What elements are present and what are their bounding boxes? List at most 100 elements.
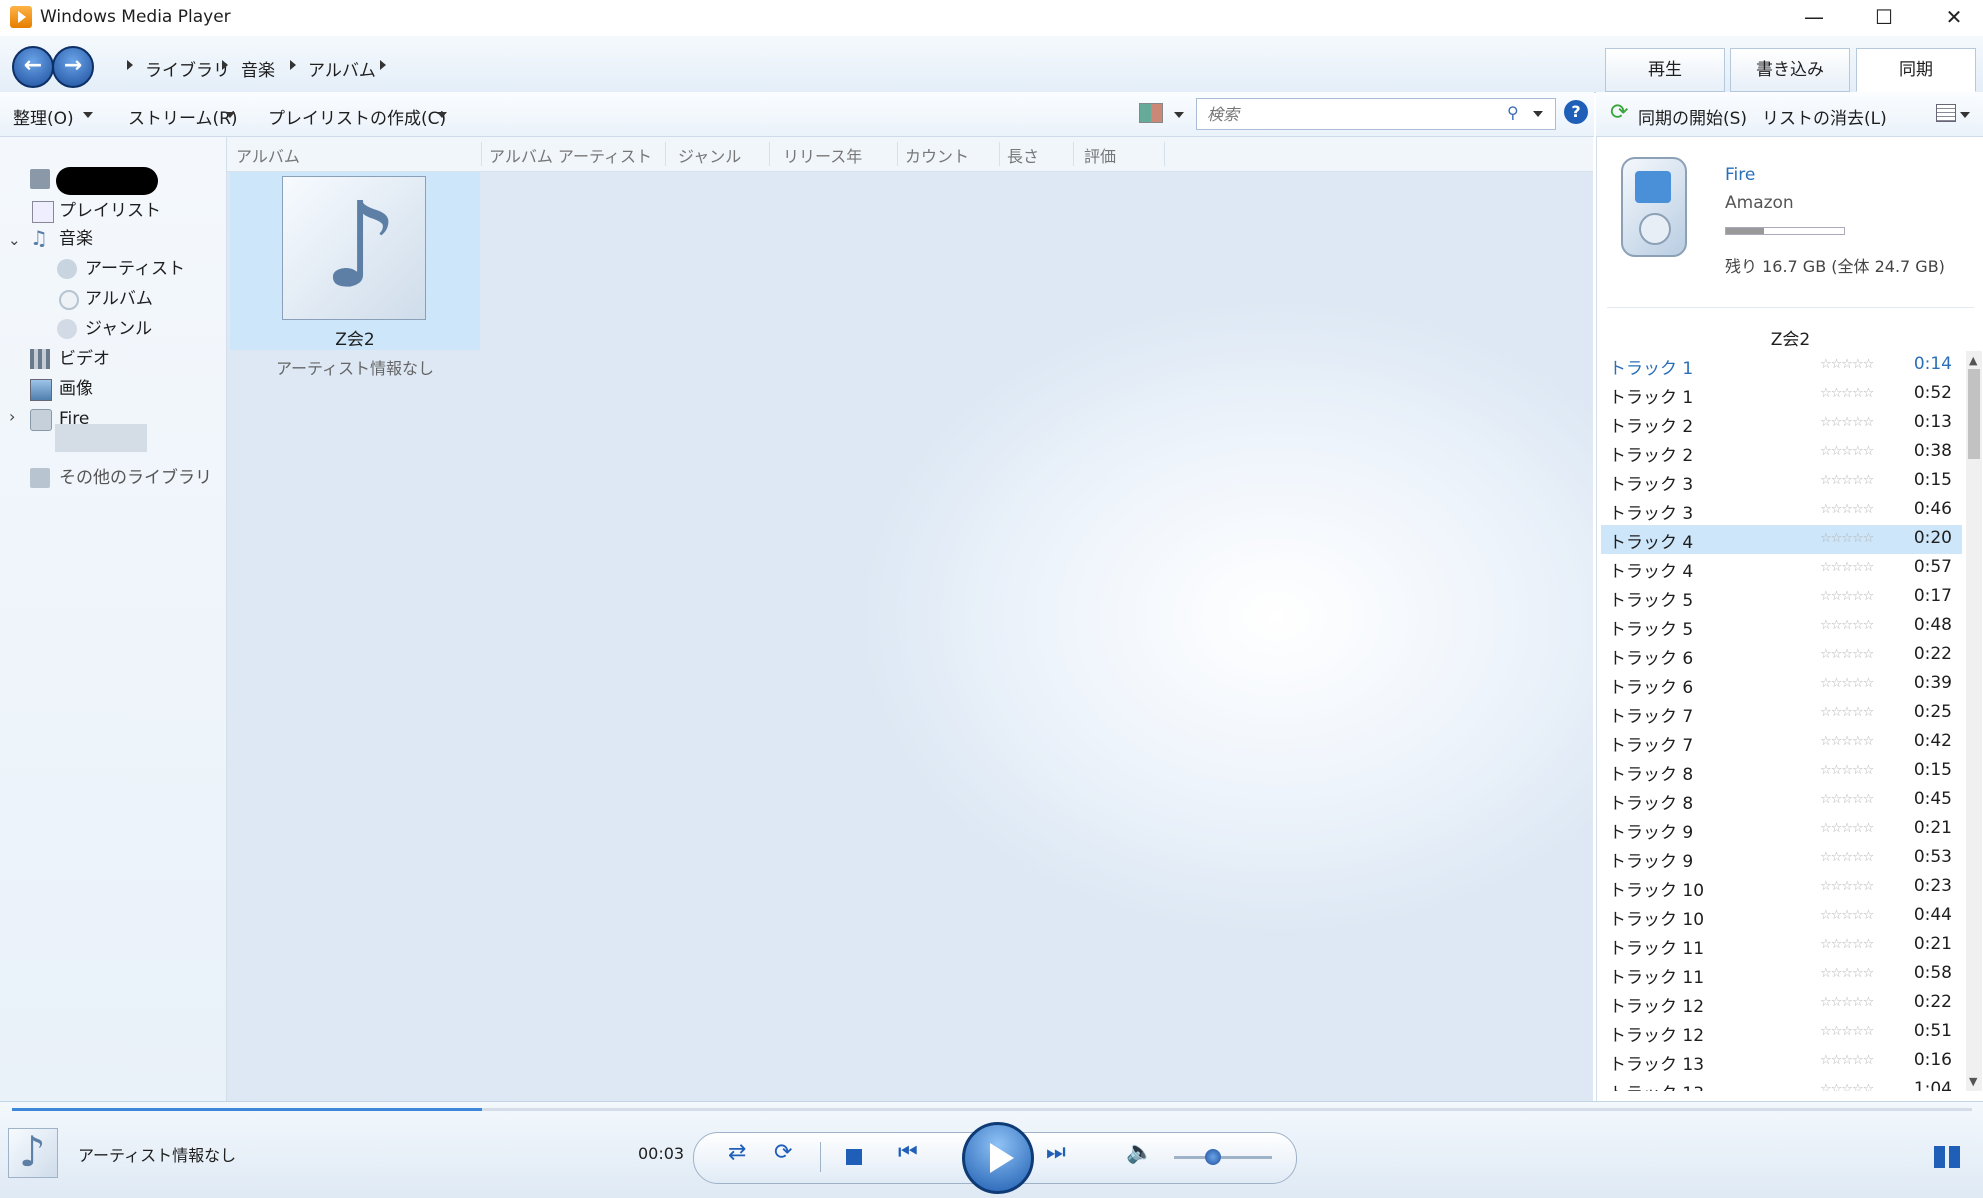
- rating-stars-icon[interactable]: ☆☆☆☆☆: [1820, 705, 1874, 720]
- chevron-down-icon[interactable]: [225, 112, 235, 118]
- rating-stars-icon[interactable]: ☆☆☆☆☆: [1820, 444, 1874, 459]
- scrollbar-thumb[interactable]: [1968, 369, 1980, 459]
- column-genre[interactable]: ジャンル: [678, 143, 741, 167]
- track-row[interactable]: トラック 5 ☆☆☆☆☆ 0:17: [1601, 583, 1962, 612]
- album-tile[interactable]: ♪ Z会2: [230, 172, 480, 350]
- tab-burn[interactable]: 書き込み: [1730, 48, 1850, 92]
- track-row[interactable]: トラック 4 ☆☆☆☆☆ 0:20: [1601, 525, 1962, 554]
- track-row[interactable]: トラック 5 ☆☆☆☆☆ 0:48: [1601, 612, 1962, 641]
- scrollbar[interactable]: ▲ ▼: [1966, 351, 1982, 1091]
- track-row[interactable]: トラック 9 ☆☆☆☆☆ 0:53: [1601, 844, 1962, 873]
- rating-stars-icon[interactable]: ☆☆☆☆☆: [1820, 415, 1874, 430]
- chevron-down-icon[interactable]: [437, 112, 447, 118]
- chevron-down-icon[interactable]: ⌄: [8, 231, 21, 249]
- now-playing-art[interactable]: ♪: [8, 1127, 58, 1178]
- breadcrumb-arrow-icon[interactable]: [380, 60, 386, 70]
- sidebar-item-other-libraries[interactable]: その他のライブラリ: [59, 465, 212, 491]
- chevron-down-icon[interactable]: [83, 112, 93, 118]
- sidebar-item-genre[interactable]: ジャンル: [85, 316, 152, 342]
- track-row[interactable]: トラック 7 ☆☆☆☆☆ 0:25: [1601, 699, 1962, 728]
- forward-button[interactable]: →: [52, 46, 94, 88]
- chevron-right-icon[interactable]: ›: [9, 407, 15, 426]
- column-length[interactable]: 長さ: [1007, 143, 1039, 167]
- track-row[interactable]: トラック 6 ☆☆☆☆☆ 0:22: [1601, 641, 1962, 670]
- close-button[interactable]: ✕: [1924, 0, 1983, 36]
- track-row[interactable]: トラック 9 ☆☆☆☆☆ 0:21: [1601, 815, 1962, 844]
- track-row[interactable]: トラック 8 ☆☆☆☆☆ 0:15: [1601, 757, 1962, 786]
- sidebar-item-album[interactable]: アルバム: [85, 286, 153, 312]
- sidebar-item-video[interactable]: ビデオ: [59, 346, 110, 372]
- search-input[interactable]: [1205, 99, 1509, 129]
- track-row[interactable]: トラック 11 ☆☆☆☆☆ 0:21: [1601, 931, 1962, 960]
- rating-stars-icon[interactable]: ☆☆☆☆☆: [1820, 821, 1874, 836]
- shuffle-icon[interactable]: ⇄: [728, 1140, 746, 1165]
- track-row[interactable]: トラック 3 ☆☆☆☆☆ 0:15: [1601, 467, 1962, 496]
- track-row[interactable]: トラック 10 ☆☆☆☆☆ 0:44: [1601, 902, 1962, 931]
- track-row[interactable]: トラック 1 ☆☆☆☆☆ 0:14: [1601, 351, 1962, 380]
- sidebar-item-artist[interactable]: アーティスト: [85, 256, 185, 282]
- track-row[interactable]: トラック 2 ☆☆☆☆☆ 0:13: [1601, 409, 1962, 438]
- chevron-down-icon[interactable]: [1533, 111, 1543, 117]
- track-row[interactable]: トラック 13 ☆☆☆☆☆ 1:04: [1601, 1076, 1962, 1091]
- column-release-year[interactable]: リリース年: [783, 143, 862, 167]
- start-sync-button[interactable]: 同期の開始(S): [1638, 104, 1747, 129]
- breadcrumb-album[interactable]: アルバム: [308, 56, 376, 81]
- view-options-icon[interactable]: [1139, 103, 1163, 123]
- track-row[interactable]: トラック 3 ☆☆☆☆☆ 0:46: [1601, 496, 1962, 525]
- rating-stars-icon[interactable]: ☆☆☆☆☆: [1820, 531, 1874, 546]
- previous-icon[interactable]: ⏮: [898, 1140, 918, 1165]
- stream-menu[interactable]: ストリーム(R): [128, 104, 238, 129]
- rating-stars-icon[interactable]: ☆☆☆☆☆: [1820, 792, 1874, 807]
- breadcrumb-arrow-icon[interactable]: [290, 60, 296, 70]
- rating-stars-icon[interactable]: ☆☆☆☆☆: [1820, 937, 1874, 952]
- redacted-user-name[interactable]: [56, 167, 158, 195]
- track-row[interactable]: トラック 1 ☆☆☆☆☆ 0:52: [1601, 380, 1962, 409]
- track-row[interactable]: トラック 11 ☆☆☆☆☆ 0:58: [1601, 960, 1962, 989]
- column-rating[interactable]: 評価: [1084, 143, 1116, 167]
- sidebar-item-playlists[interactable]: プレイリスト: [59, 198, 161, 224]
- rating-stars-icon[interactable]: ☆☆☆☆☆: [1820, 676, 1874, 691]
- rating-stars-icon[interactable]: ☆☆☆☆☆: [1820, 589, 1874, 604]
- column-album[interactable]: アルバム: [236, 143, 300, 167]
- rating-stars-icon[interactable]: ☆☆☆☆☆: [1820, 618, 1874, 633]
- repeat-icon[interactable]: ⟳: [774, 1140, 792, 1165]
- search-box[interactable]: ⚲: [1196, 98, 1556, 130]
- track-row[interactable]: トラック 12 ☆☆☆☆☆ 0:51: [1601, 1018, 1962, 1047]
- volume-slider[interactable]: [1174, 1149, 1272, 1165]
- rating-stars-icon[interactable]: ☆☆☆☆☆: [1820, 908, 1874, 923]
- column-album-artist[interactable]: アルバム アーティスト: [489, 143, 652, 167]
- rating-stars-icon[interactable]: ☆☆☆☆☆: [1820, 763, 1874, 778]
- volume-icon[interactable]: 🔈: [1126, 1140, 1153, 1165]
- track-row[interactable]: トラック 13 ☆☆☆☆☆ 0:16: [1601, 1047, 1962, 1076]
- sidebar-item-fire[interactable]: Fire: [59, 406, 89, 432]
- rating-stars-icon[interactable]: ☆☆☆☆☆: [1820, 1082, 1874, 1091]
- rating-stars-icon[interactable]: ☆☆☆☆☆: [1820, 995, 1874, 1010]
- rating-stars-icon[interactable]: ☆☆☆☆☆: [1820, 850, 1874, 865]
- rating-stars-icon[interactable]: ☆☆☆☆☆: [1820, 1024, 1874, 1039]
- sync-icon[interactable]: ⟳: [1610, 100, 1628, 125]
- track-row[interactable]: トラック 7 ☆☆☆☆☆ 0:42: [1601, 728, 1962, 757]
- minimize-button[interactable]: —: [1784, 0, 1844, 36]
- breadcrumb-library[interactable]: ライブラリ: [145, 56, 230, 81]
- breadcrumb-arrow-icon[interactable]: [222, 60, 228, 70]
- tab-play[interactable]: 再生: [1605, 48, 1725, 92]
- sidebar-item-pictures[interactable]: 画像: [59, 376, 93, 402]
- chevron-up-icon[interactable]: ▲: [1969, 354, 1977, 367]
- play-button[interactable]: [962, 1122, 1034, 1194]
- track-row[interactable]: トラック 12 ☆☆☆☆☆ 0:22: [1601, 989, 1962, 1018]
- rating-stars-icon[interactable]: ☆☆☆☆☆: [1820, 502, 1874, 517]
- rating-stars-icon[interactable]: ☆☆☆☆☆: [1820, 879, 1874, 894]
- chevron-down-icon[interactable]: ▼: [1969, 1075, 1977, 1088]
- track-row[interactable]: トラック 2 ☆☆☆☆☆ 0:38: [1601, 438, 1962, 467]
- rating-stars-icon[interactable]: ☆☆☆☆☆: [1820, 1053, 1874, 1068]
- rating-stars-icon[interactable]: ☆☆☆☆☆: [1820, 386, 1874, 401]
- rating-stars-icon[interactable]: ☆☆☆☆☆: [1820, 357, 1874, 372]
- track-row[interactable]: トラック 6 ☆☆☆☆☆ 0:39: [1601, 670, 1962, 699]
- tab-sync[interactable]: 同期: [1856, 48, 1976, 92]
- help-icon[interactable]: ?: [1564, 100, 1588, 124]
- track-row[interactable]: トラック 4 ☆☆☆☆☆ 0:57: [1601, 554, 1962, 583]
- maximize-button[interactable]: ☐: [1854, 0, 1914, 36]
- rating-stars-icon[interactable]: ☆☆☆☆☆: [1820, 734, 1874, 749]
- track-row[interactable]: トラック 8 ☆☆☆☆☆ 0:45: [1601, 786, 1962, 815]
- rating-stars-icon[interactable]: ☆☆☆☆☆: [1820, 560, 1874, 575]
